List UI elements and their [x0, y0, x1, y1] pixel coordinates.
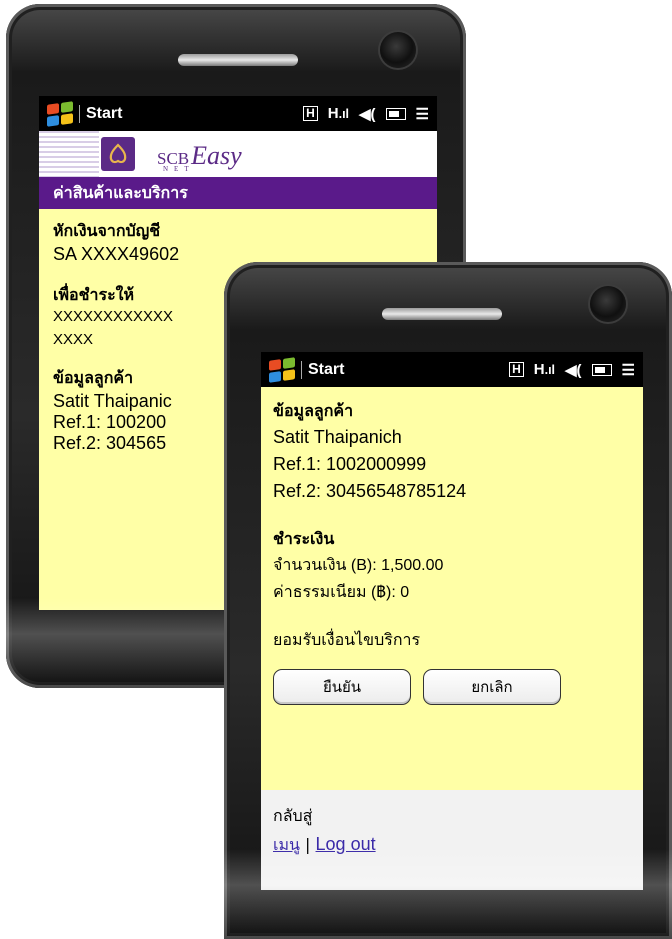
start-label[interactable]: Start: [308, 361, 344, 379]
divider: [301, 360, 302, 379]
front-screen: Start H H.ıl ◀︎( ☰ ข้อมูลลูกค้า Satit Th…: [261, 352, 643, 890]
signal-icon: H.ıl: [533, 361, 556, 378]
fee-value: ค่าธรรมเนียม (฿): 0: [273, 584, 410, 601]
speaker-icon: ◀︎(: [359, 105, 376, 123]
header-stripes: [39, 131, 99, 177]
speaker-grille: [178, 54, 298, 66]
page-title: ค่าสินค้าและบริการ: [39, 177, 437, 209]
amount-value: จำนวนเงิน (B): 1,500.00: [273, 557, 444, 574]
menu-icon[interactable]: ☰: [622, 361, 635, 379]
terms-text: ยอมรับเงื่อนไขบริการ: [273, 630, 421, 649]
payment-label: ชำระเงิน: [273, 529, 335, 548]
battery-icon: [385, 107, 406, 120]
scb-easy-logo: SCBEasy NET: [157, 141, 242, 173]
confirm-button[interactable]: ยืนยัน: [273, 669, 411, 705]
divider: [79, 104, 80, 123]
bezel-shine: [224, 849, 672, 939]
cancel-button[interactable]: ยกเลิก: [423, 669, 561, 705]
status-bar: Start H H.ıl ◀︎( ☰: [39, 96, 437, 131]
signal-icon: H.ıl: [327, 105, 350, 122]
windows-flag-icon[interactable]: [47, 100, 73, 127]
debit-label: หักเงินจากบัญชี: [53, 221, 161, 240]
camera-lens: [590, 286, 626, 322]
speaker-icon: ◀︎(: [565, 361, 582, 379]
customer-label: ข้อมูลลูกค้า: [273, 401, 354, 420]
h-icon: H: [509, 362, 524, 377]
status-bar: Start H H.ıl ◀︎( ☰: [261, 352, 643, 387]
customer-name: Satit Thaipanich: [273, 427, 402, 447]
camera-lens: [380, 32, 416, 68]
status-icons: H H.ıl ◀︎( ☰: [303, 105, 429, 123]
speaker-grille: [382, 308, 502, 320]
h-icon: H: [303, 106, 318, 121]
action-buttons: ยืนยัน ยกเลิก: [273, 669, 631, 705]
menu-icon[interactable]: ☰: [416, 105, 429, 123]
battery-icon: [591, 363, 612, 376]
start-label[interactable]: Start: [86, 105, 122, 123]
scb-logo-icon: [101, 137, 135, 171]
front-phone: Start H H.ıl ◀︎( ☰ ข้อมูลลูกค้า Satit Th…: [224, 262, 672, 939]
back-to-label: กลับสู่: [273, 806, 313, 825]
front-content: ข้อมูลลูกค้า Satit Thaipanich Ref.1: 100…: [261, 387, 643, 705]
scb-header: SCBEasy NET: [39, 131, 437, 177]
ref1-value: Ref.1: 1002000999: [273, 454, 427, 474]
ref2-value: Ref.2: 30456548785124: [273, 481, 467, 501]
status-icons: H H.ıl ◀︎( ☰: [509, 361, 635, 379]
windows-flag-icon[interactable]: [269, 356, 295, 383]
